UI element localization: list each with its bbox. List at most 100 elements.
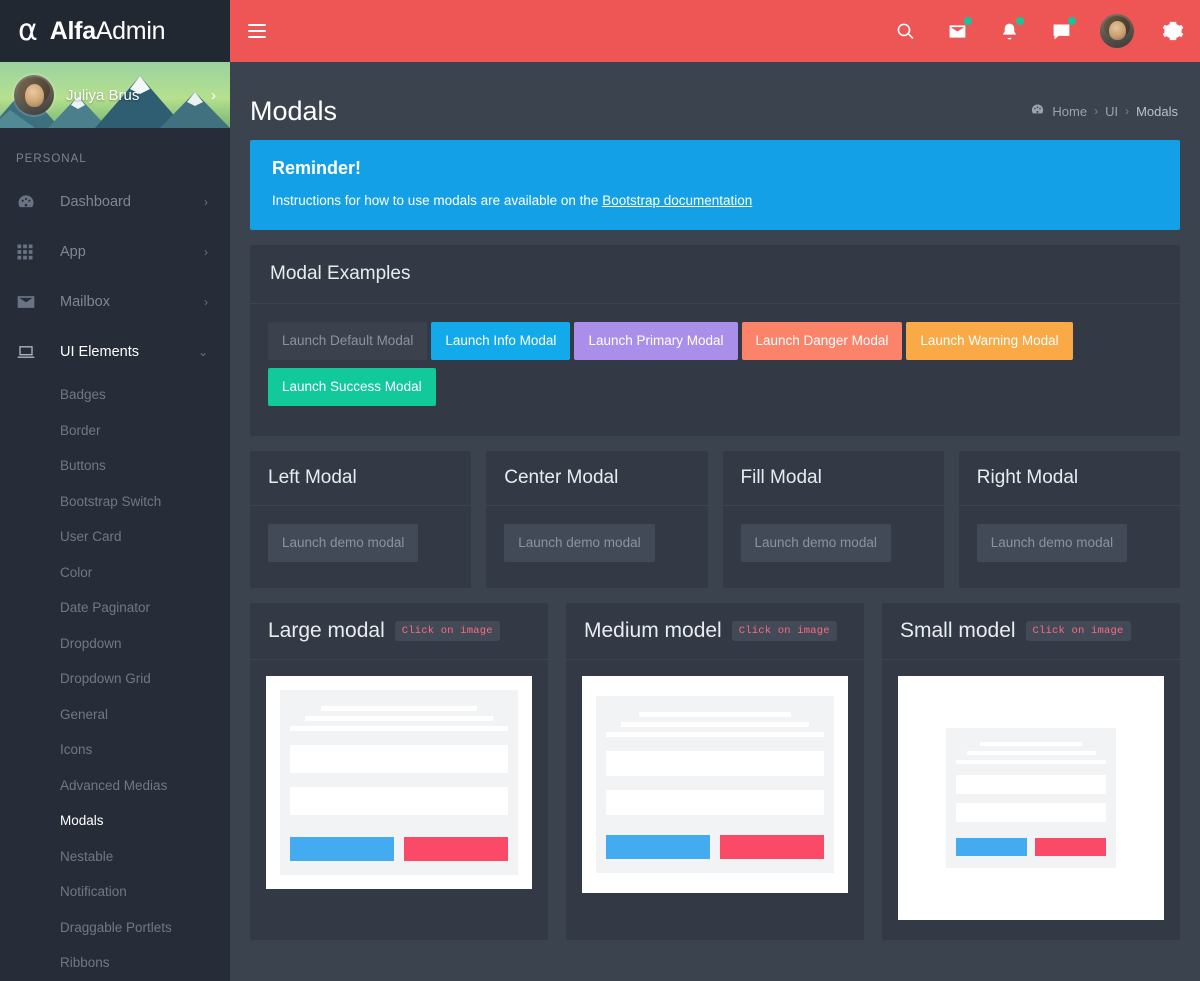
sidebar-subitem-bootstrap-switch[interactable]: Bootstrap Switch (0, 484, 230, 520)
sidebar-subitem-icons[interactable]: Icons (0, 732, 230, 768)
sidebar-item-label: Dashboard (60, 194, 131, 210)
sidebar-subitem-ribbons[interactable]: Ribbons (0, 945, 230, 981)
dashboard-icon (16, 192, 44, 212)
bell-icon[interactable] (996, 17, 1024, 44)
mock-input-box (606, 790, 824, 815)
sidebar-item-label: App (60, 244, 86, 260)
sidebar-item-ui-elements[interactable]: UI Elements ⌄ (0, 327, 230, 377)
breadcrumb-home[interactable]: Home (1052, 104, 1087, 119)
brand-logo-area[interactable]: α AlfaAdmin (0, 0, 230, 62)
profile-avatar (14, 75, 54, 115)
user-avatar[interactable] (1100, 14, 1134, 48)
sidebar-subitem-user-card[interactable]: User Card (0, 519, 230, 555)
hamburger-menu-icon[interactable] (248, 19, 272, 43)
center-modal-card: Center Modal Launch demo modal (486, 451, 708, 588)
launch-demo-modal-button[interactable]: Launch demo modal (504, 524, 655, 562)
bootstrap-documentation-link[interactable]: Bootstrap documentation (602, 193, 752, 208)
page-title: Modals (250, 95, 338, 126)
page-header: Modals Home › UI › Modals (230, 62, 1200, 140)
sidebar-subitem-notification[interactable]: Notification (0, 874, 230, 910)
sidebar-subitem-draggable-portlets[interactable]: Draggable Portlets (0, 910, 230, 946)
mail-icon[interactable] (944, 17, 972, 44)
sidebar-subitem-general[interactable]: General (0, 697, 230, 733)
modal-examples-card: Modal Examples Launch Default Modal Launc… (250, 245, 1180, 436)
sidebar-item-app[interactable]: App › (0, 227, 230, 277)
card-title: Right Modal (976, 467, 1079, 488)
reminder-alert: Reminder! Instructions for how to use mo… (250, 140, 1180, 230)
card-title: Large modal (268, 619, 385, 642)
launch-warning-modal-button[interactable]: Launch Warning Modal (906, 322, 1073, 360)
card-header: Fill Modal (722, 451, 944, 506)
mock-panel (280, 690, 518, 875)
large-modal-preview-image[interactable] (266, 676, 532, 889)
sidebar-subitem-modals[interactable]: Modals (0, 803, 230, 839)
sidebar-subitem-dropdown-grid[interactable]: Dropdown Grid (0, 661, 230, 697)
launch-danger-modal-button[interactable]: Launch Danger Modal (741, 322, 903, 360)
card-title: Left Modal (268, 467, 357, 488)
alert-heading: Reminder! (272, 158, 362, 178)
sidebar-subitem-badges[interactable]: Badges (0, 377, 230, 413)
bell-notification-dot (1016, 17, 1024, 25)
launch-info-modal-button[interactable]: Launch Info Modal (431, 322, 571, 360)
mock-input-box (290, 745, 508, 773)
card-body: Launch demo modal (959, 506, 1180, 588)
mock-input-box (956, 803, 1106, 822)
card-title: Small model (900, 619, 1016, 642)
mock-line (966, 751, 1096, 755)
gear-icon[interactable] (1160, 18, 1186, 44)
card-title: Medium model (584, 619, 722, 642)
profile-name: Juliya Brus (66, 86, 140, 104)
brand-name-light: Admin (95, 16, 166, 45)
launch-primary-modal-button[interactable]: Launch Primary Modal (574, 322, 738, 360)
medium-modal-preview-image[interactable] (582, 676, 848, 893)
sidebar-subitem-date-paginator[interactable]: Date Paginator (0, 590, 230, 626)
sidebar-subitem-border[interactable]: Border (0, 413, 230, 449)
launch-demo-modal-button[interactable]: Launch demo modal (976, 524, 1128, 562)
card-title: Modal Examples (270, 263, 411, 284)
content-inner: Reminder! Instructions for how to use mo… (230, 140, 1200, 940)
mock-line (290, 726, 508, 731)
fill-modal-card: Fill Modal Launch demo modal (722, 451, 944, 588)
mock-line (980, 742, 1082, 746)
sidebar-item-label: UI Elements (60, 344, 139, 360)
sidebar-subitem-advanced-medias[interactable]: Advanced Medias (0, 768, 230, 804)
search-icon[interactable] (892, 18, 918, 44)
small-modal-card: Small model Click on image (882, 603, 1180, 940)
profile-chevron-right-icon[interactable]: › (211, 87, 216, 104)
mock-primary-button (956, 838, 1027, 856)
click-on-image-badge: Click on image (731, 621, 837, 641)
large-modal-card: Large modal Click on image (250, 603, 548, 940)
alert-text-before: Instructions for how to use modals are a… (272, 193, 603, 208)
mock-line (606, 732, 824, 737)
click-on-image-badge: Click on image (394, 621, 500, 641)
sidebar-profile[interactable]: Juliya Brus › (0, 62, 230, 128)
mock-input-box (290, 787, 508, 815)
mock-line (320, 706, 478, 711)
card-body: Launch demo modal (723, 506, 944, 588)
breadcrumb-ui[interactable]: UI (1105, 104, 1118, 119)
brand-name: AlfaAdmin (50, 16, 166, 46)
launch-demo-modal-button[interactable]: Launch demo modal (740, 524, 891, 562)
laptop-icon (16, 342, 44, 362)
card-header: Medium model Click on image (566, 603, 864, 660)
card-header: Small model Click on image (882, 603, 1180, 660)
small-modal-preview-image[interactable] (898, 676, 1164, 920)
launch-demo-modal-button[interactable]: Launch demo modal (268, 524, 419, 562)
sidebar-item-dashboard[interactable]: Dashboard › (0, 177, 230, 227)
size-modal-cards-row: Large modal Click on image Medium model … (250, 603, 1180, 940)
mock-panel (946, 728, 1116, 868)
top-navigation (230, 0, 1200, 62)
mock-danger-button (720, 835, 824, 859)
launch-default-modal-button[interactable]: Launch Default Modal (268, 322, 428, 360)
sidebar-subitem-buttons[interactable]: Buttons (0, 448, 230, 484)
mock-line (956, 760, 1106, 764)
sidebar-subitem-dropdown[interactable]: Dropdown (0, 626, 230, 662)
sidebar-subitem-nestable[interactable]: Nestable (0, 839, 230, 875)
launch-success-modal-button[interactable]: Launch Success Modal (268, 368, 436, 406)
chat-icon[interactable] (1048, 17, 1076, 44)
mock-primary-button (290, 837, 394, 861)
sidebar-subitem-color[interactable]: Color (0, 555, 230, 591)
breadcrumb: Home › UI › Modals (1030, 102, 1178, 120)
sidebar-item-mailbox[interactable]: Mailbox › (0, 277, 230, 327)
breadcrumb-separator: › (1094, 104, 1099, 118)
